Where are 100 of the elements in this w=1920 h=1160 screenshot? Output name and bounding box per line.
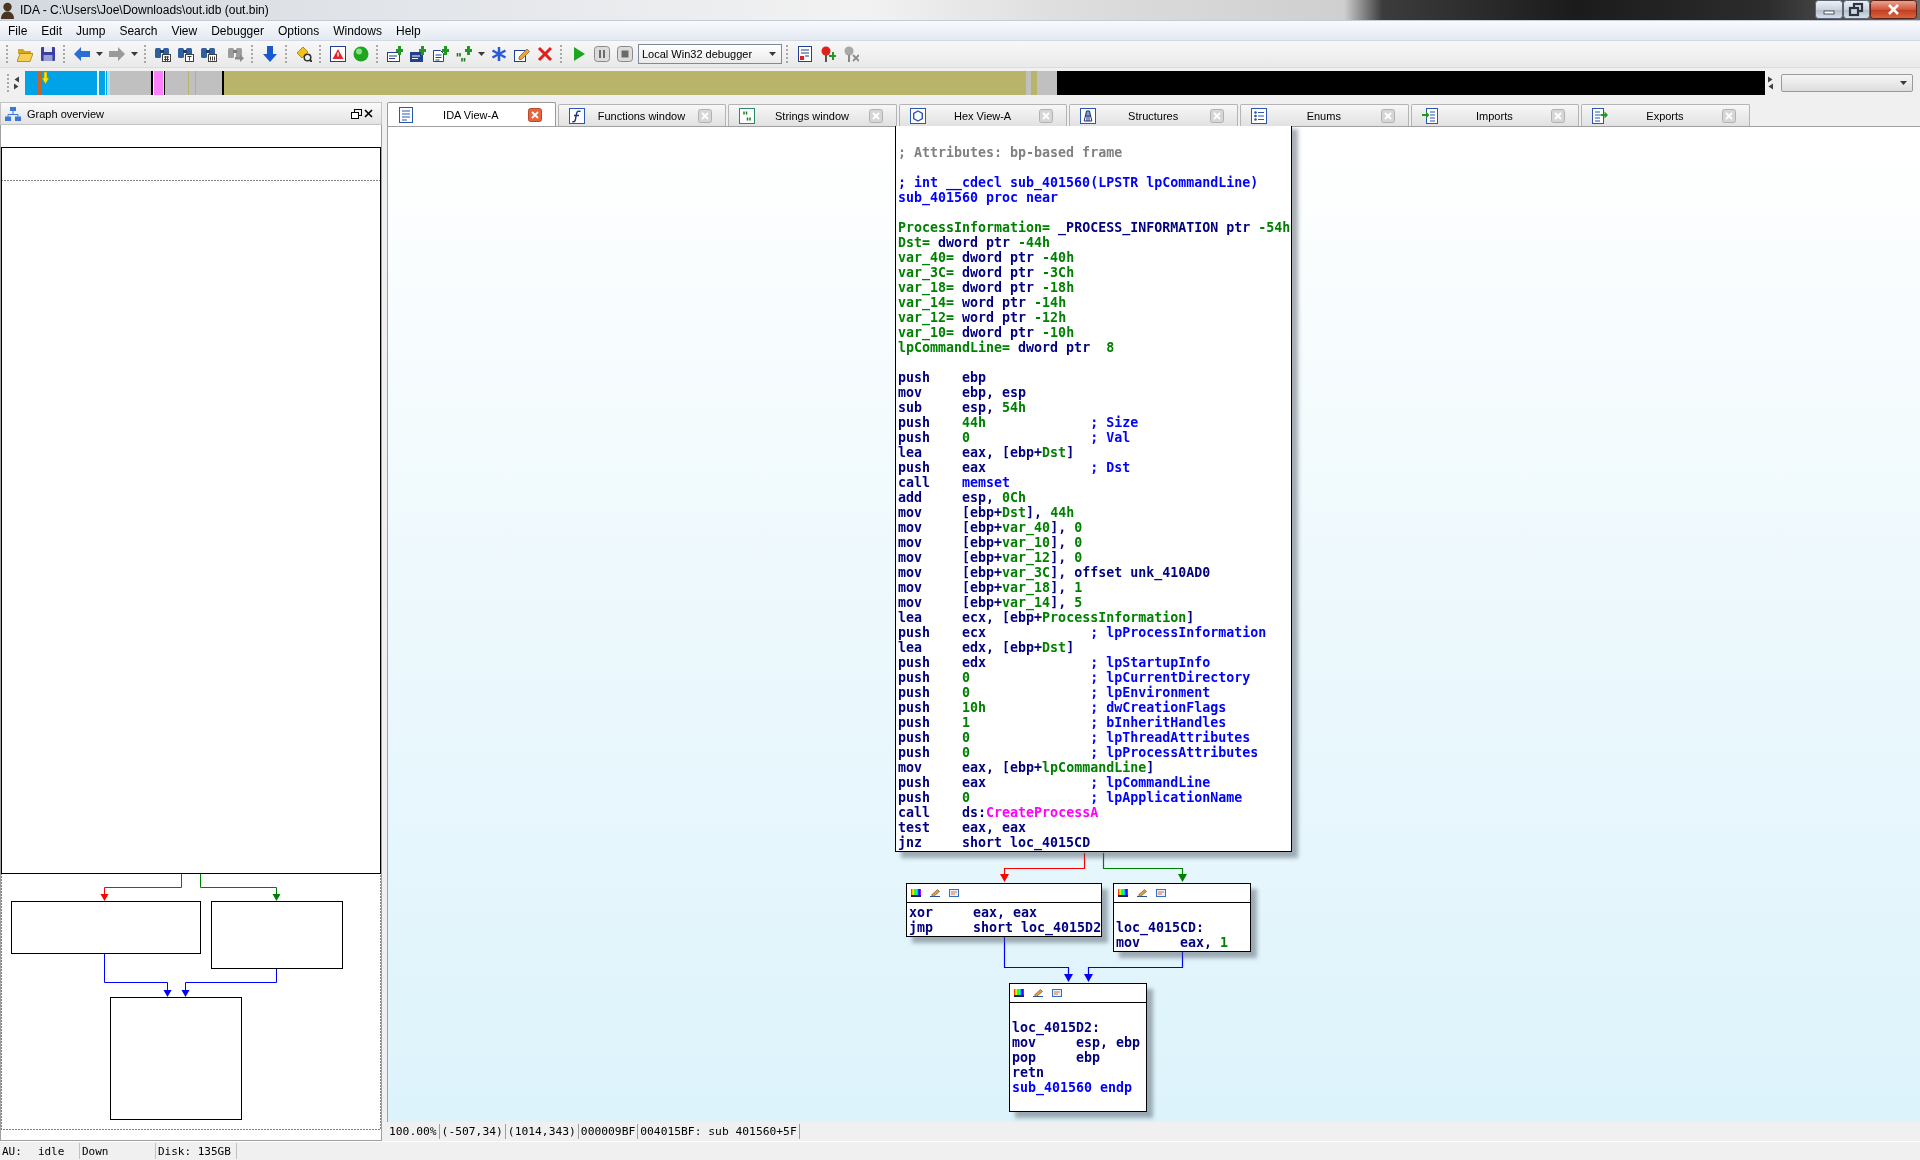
binoculars-icon[interactable] — [200, 46, 217, 62]
instruction-line: xor eax, eax — [909, 905, 1038, 920]
structure-icon — [1080, 107, 1097, 124]
scroll-arrows-icon[interactable] — [14, 76, 19, 90]
instruction-line: test eax, eax — [898, 820, 1027, 835]
cursor-coordinates: (-507,34) — [439, 1124, 506, 1139]
menu-item[interactable]: Jump — [69, 21, 113, 40]
save-icon[interactable] — [39, 46, 56, 62]
instruction-line: mov eax, 1 — [1116, 935, 1229, 950]
plus-box-icon[interactable] — [409, 46, 426, 62]
tab[interactable]: Hex View-A — [898, 104, 1068, 126]
circle-icon[interactable] — [352, 46, 369, 62]
code-line: ; int __cdecl sub_401560(LPSTR lpCommandLine) — [898, 175, 1259, 190]
folder-icon[interactable] — [16, 46, 33, 62]
plus-box-icon[interactable] — [386, 46, 403, 62]
panel-title: Graph overview — [27, 107, 106, 120]
instruction-line: push 44h ; Size — [898, 415, 1139, 430]
document-icon — [398, 106, 414, 123]
binoculars-icon[interactable] — [177, 46, 194, 62]
menu-item[interactable]: Windows — [326, 21, 389, 40]
warning-icon[interactable] — [329, 46, 346, 62]
position-arrow-icon — [42, 72, 49, 84]
text-box-icon[interactable] — [1052, 989, 1062, 997]
tab[interactable]: Exports — [1581, 104, 1750, 126]
bullet-list-icon — [1250, 107, 1267, 124]
list-icon[interactable] — [796, 46, 813, 62]
zoom-level: 100.00% — [387, 1124, 440, 1139]
instruction-line: mov [ebp+var_18], 1 — [898, 580, 1083, 595]
pencil-icon[interactable] — [1137, 889, 1147, 897]
instruction-line: push 0 ; lpProcessAttributes — [898, 745, 1259, 760]
tab[interactable]: Strings window — [728, 104, 897, 126]
scroll-arrows-icon[interactable] — [1768, 76, 1773, 90]
caret-icon[interactable] — [95, 52, 103, 56]
restore-icon[interactable] — [1843, 0, 1870, 19]
text-box-icon[interactable] — [949, 889, 959, 897]
export-icon — [1592, 107, 1609, 124]
instruction-line: push 0 ; Val — [898, 430, 1131, 445]
code-line: Dst= dword ptr -44h — [898, 235, 1051, 250]
status-label: AU: — [2, 1144, 22, 1158]
pause-icon[interactable] — [593, 46, 610, 62]
back-arrow-icon[interactable] — [73, 46, 90, 62]
pin-cross-icon[interactable] — [842, 46, 859, 62]
menu-item[interactable]: Edit — [34, 21, 70, 40]
instruction-line: push eax ; Dst — [898, 460, 1131, 475]
navigation-band-drawing[interactable] — [25, 71, 1765, 95]
tab[interactable]: Imports — [1410, 104, 1580, 126]
tab[interactable]: Functions window — [557, 104, 727, 126]
menu-item[interactable]: Help — [388, 21, 428, 40]
color-gradient-icon[interactable] — [1118, 889, 1128, 897]
caret-icon[interactable] — [477, 52, 485, 56]
instruction-line: mov [ebp+var_14], 5 — [898, 595, 1083, 610]
cross-icon[interactable] — [536, 46, 553, 62]
asterisk-icon[interactable] — [490, 46, 507, 62]
instruction-line: push 10h ; dwCreationFlags — [898, 700, 1227, 715]
instruction-line: lea ecx, [ebp+ProcessInformation] — [898, 610, 1195, 625]
menu-item[interactable]: Search — [112, 21, 165, 40]
code-line: lpCommandLine= dword ptr 8 — [898, 340, 1115, 355]
instruction-line: mov [ebp+var_3C], offset unk_410AD0 — [898, 565, 1211, 580]
status-text: idle — [37, 1144, 65, 1158]
instruction-line: call memset — [898, 475, 1011, 490]
text-box-icon[interactable] — [1156, 889, 1166, 897]
instruction-line: mov [ebp+var_12], 0 — [898, 550, 1083, 565]
color-gradient-icon[interactable] — [1014, 989, 1024, 997]
menu-item[interactable]: Options — [270, 21, 327, 40]
code-line: loc_4015D2: — [1012, 1020, 1101, 1035]
pin-plus-icon[interactable] — [819, 46, 836, 62]
tab[interactable]: Structures — [1069, 104, 1238, 126]
pencil-icon[interactable] — [1033, 989, 1043, 997]
debugger-select[interactable]: Local Win32 debugger — [638, 44, 782, 64]
color-gradient-icon[interactable] — [911, 889, 921, 897]
instruction-line: mov eax, [ebp+lpCommandLine] — [898, 760, 1155, 775]
code-line: var_10= dword ptr -10h — [898, 325, 1075, 340]
close-icon[interactable] — [364, 109, 373, 118]
pencil-box-icon[interactable] — [513, 46, 530, 62]
menu-item[interactable]: Debugger — [204, 21, 271, 40]
caret-icon[interactable] — [130, 52, 138, 56]
menu-item[interactable]: View — [164, 21, 205, 40]
tab[interactable]: IDA View-A — [387, 102, 556, 126]
pencil-icon[interactable] — [930, 889, 940, 897]
stop-icon[interactable] — [616, 46, 633, 62]
restore-icon[interactable] — [351, 108, 362, 119]
instruction-line: push 0 ; lpEnvironment — [898, 685, 1211, 700]
quote-box-icon — [739, 107, 756, 124]
instruction-line: lea eax, [ebp+Dst] — [898, 445, 1075, 460]
flashlight-icon[interactable] — [295, 46, 312, 62]
plus-quote-icon[interactable] — [455, 46, 472, 62]
binoculars-icon[interactable] — [154, 46, 171, 62]
code-line: var_3C= dword ptr -3Ch — [898, 265, 1075, 280]
silhouette-icon — [1, 1, 14, 19]
forward-arrow-icon[interactable] — [108, 46, 125, 62]
menu-item[interactable]: File — [1, 21, 35, 40]
instruction-line: pop ebp — [1012, 1050, 1101, 1065]
instruction-line: mov [ebp+Dst], 44h — [898, 505, 1075, 520]
tab[interactable]: Enums — [1239, 104, 1409, 126]
close-icon[interactable] — [1870, 0, 1917, 19]
dropdown-field[interactable] — [1781, 74, 1913, 92]
instruction-line: push 0 ; lpThreadAttributes — [898, 730, 1251, 745]
down-arrow-icon[interactable] — [261, 46, 278, 62]
minimize-icon[interactable] — [1815, 0, 1843, 19]
plus-document-icon[interactable] — [432, 46, 449, 62]
